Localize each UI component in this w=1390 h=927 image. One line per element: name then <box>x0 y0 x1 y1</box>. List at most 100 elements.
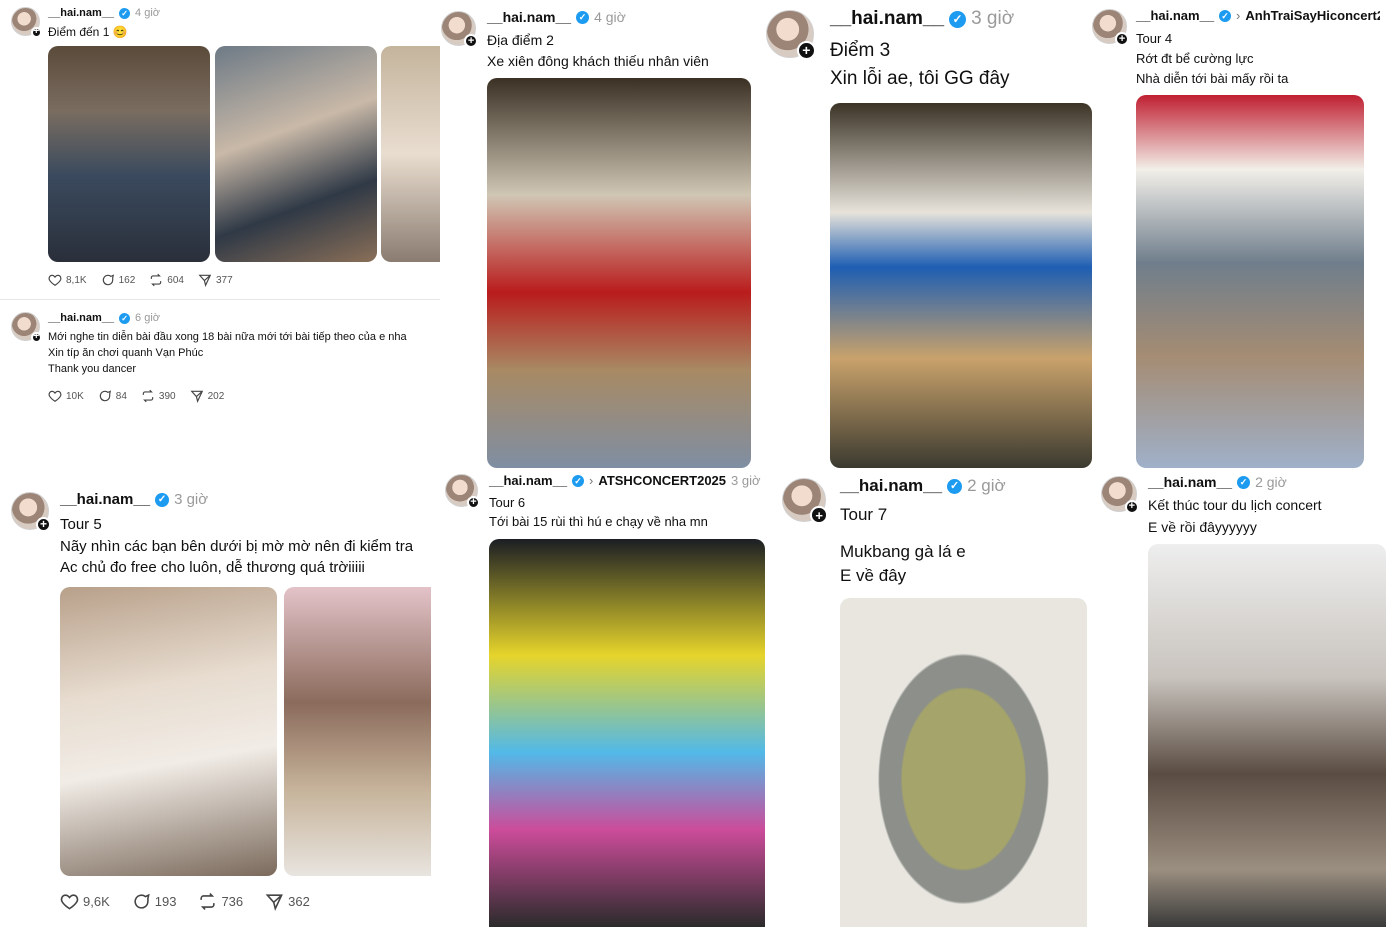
post-photo[interactable] <box>487 78 751 468</box>
share-button[interactable]: 362 <box>265 892 310 911</box>
repost-icon <box>151 273 162 287</box>
share-count: 362 <box>288 894 310 909</box>
verified-badge-icon: ✓ <box>119 312 131 324</box>
post-time: 6 giờ <box>135 312 160 324</box>
username[interactable]: __hai.nam__ <box>489 473 567 488</box>
like-count: 8,1K <box>66 274 87 286</box>
post-text: Xe xiên đông khách thiếu nhân viên <box>487 53 709 69</box>
verified-badge-icon: ✓ <box>576 10 590 24</box>
repost-icon <box>142 389 154 403</box>
post-photo[interactable] <box>840 598 1087 927</box>
verified-badge-icon: ✓ <box>1219 9 1232 22</box>
post-text: Điểm 3 <box>830 40 891 61</box>
comment-count: 162 <box>118 274 136 286</box>
plus-icon[interactable]: + <box>1115 32 1129 46</box>
post-photo[interactable] <box>1148 544 1386 927</box>
like-button[interactable]: 10K <box>48 389 84 403</box>
plus-icon[interactable]: + <box>35 516 51 532</box>
avatar[interactable]: + <box>782 478 828 524</box>
post-text: Mukbang gà lá e <box>840 542 966 561</box>
username[interactable]: __hai.nam__ <box>48 7 114 19</box>
avatar[interactable]: + <box>445 474 480 509</box>
share-icon <box>190 390 203 403</box>
heart-icon <box>60 894 79 910</box>
divider <box>0 299 440 300</box>
heart-icon <box>48 390 62 402</box>
username[interactable]: __hai.nam__ <box>48 312 114 324</box>
verified-badge-icon: ✓ <box>119 7 131 19</box>
username[interactable]: __hai.nam__ <box>487 9 571 25</box>
topic-tag[interactable]: ATSHCONCERT2025 <box>598 473 726 488</box>
plus-icon[interactable]: + <box>30 26 42 38</box>
avatar[interactable]: + <box>11 492 51 532</box>
plus-icon[interactable]: + <box>810 506 828 524</box>
share-button[interactable]: 202 <box>190 389 225 403</box>
comment-icon <box>99 390 111 402</box>
comment-icon <box>102 274 114 286</box>
post-text: Điểm đến 1 😊 <box>48 25 128 39</box>
post-text: Xin lỗi ae, tôi GG đây <box>830 68 1010 89</box>
avatar[interactable]: + <box>11 312 42 343</box>
post-time: 3 giờ <box>731 473 761 488</box>
post-text: Ac chủ đo free cho luôn, dễ thương quá t… <box>60 559 365 576</box>
like-button[interactable]: 9,6K <box>60 892 110 911</box>
post-actions: 10K 84 390 202 <box>48 389 224 403</box>
post-text: Nhà diễn tới bài mấy rồi ta <box>1136 71 1289 86</box>
post-photo[interactable] <box>48 46 210 262</box>
post-text: Nãy nhìn các bạn bên dưới bị mờ mờ nên đ… <box>60 538 414 555</box>
plus-icon[interactable]: + <box>464 34 478 48</box>
avatar[interactable]: + <box>1092 9 1129 46</box>
post-text: Xin típ ăn chơi quanh Vạn Phúc <box>48 347 204 359</box>
post-actions: 9,6K 193 736 362 <box>60 892 310 911</box>
repost-button[interactable]: 390 <box>141 389 176 403</box>
username[interactable]: __hai.nam__ <box>1148 474 1232 490</box>
post-photo[interactable] <box>489 539 765 927</box>
repost-count: 736 <box>221 894 244 909</box>
username[interactable]: __hai.nam__ <box>840 476 942 496</box>
avatar[interactable]: + <box>1101 476 1139 514</box>
post-text: Tới bài 15 rùi thì hú e chạy về nha mn <box>489 514 708 529</box>
post-actions: 8,1K 162 604 377 <box>48 273 233 287</box>
like-count: 9,6K <box>83 894 110 909</box>
plus-icon[interactable]: + <box>30 331 42 343</box>
share-count: 202 <box>207 390 225 402</box>
post-photo[interactable] <box>215 46 377 262</box>
repost-button[interactable]: 736 <box>198 892 243 911</box>
share-button[interactable]: 377 <box>198 273 233 287</box>
avatar[interactable]: + <box>11 7 42 38</box>
post-photo[interactable] <box>830 103 1092 468</box>
plus-icon[interactable]: + <box>1124 499 1139 514</box>
post-text: E về rồi đâyyyyyy <box>1148 519 1257 535</box>
repost-count: 604 <box>167 274 184 286</box>
verified-badge-icon: ✓ <box>1237 475 1251 489</box>
post-photo[interactable] <box>60 587 277 876</box>
post-time: 2 giờ <box>967 476 1006 495</box>
topic-tag[interactable]: AnhTraiSayHiconcert2025 <box>1245 8 1380 23</box>
post-text: Tour 5 <box>60 516 102 533</box>
username[interactable]: __hai.nam__ <box>830 8 944 30</box>
share-icon <box>198 274 212 287</box>
like-count: 10K <box>66 390 84 402</box>
repost-button[interactable]: 604 <box>149 273 184 287</box>
post-photo[interactable] <box>284 587 431 876</box>
share-count: 377 <box>215 274 233 286</box>
post-text: Tour 4 <box>1136 31 1173 46</box>
repost-icon <box>200 893 216 910</box>
comment-button[interactable]: 193 <box>132 892 176 911</box>
post-photo[interactable] <box>381 46 440 262</box>
username[interactable]: __hai.nam__ <box>60 491 150 508</box>
plus-icon[interactable]: + <box>466 495 480 509</box>
comment-button[interactable]: 162 <box>101 273 136 287</box>
post-text: Mới nghe tin diễn bài đầu xong 18 bài nữ… <box>48 331 407 343</box>
comment-button[interactable]: 84 <box>98 389 127 403</box>
like-button[interactable]: 8,1K <box>48 273 87 287</box>
plus-icon[interactable]: + <box>796 40 816 60</box>
share-icon <box>265 894 284 911</box>
username[interactable]: __hai.nam__ <box>1136 8 1214 23</box>
avatar[interactable]: + <box>766 10 816 60</box>
heart-icon <box>48 274 62 286</box>
avatar[interactable]: + <box>441 11 478 48</box>
post-photo[interactable] <box>1136 95 1364 468</box>
comment-count: 84 <box>115 390 127 402</box>
post-time: 3 giờ <box>971 8 1015 29</box>
